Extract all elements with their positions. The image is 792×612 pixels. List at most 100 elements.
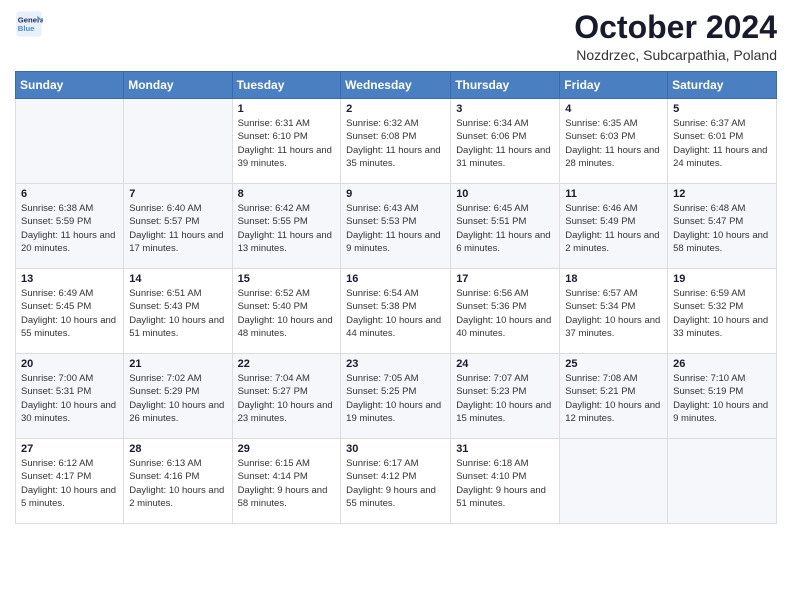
week-row-4: 20 Sunrise: 7:00 AM Sunset: 5:31 PM Dayligh…	[16, 354, 777, 439]
sunrise-text: Sunrise: 7:02 AM	[129, 373, 201, 384]
sunrise-text: Sunrise: 6:38 AM	[21, 203, 93, 214]
table-row: 27Sunrise: 6:12 AMSunset: 4:17 PMDayligh…	[16, 439, 124, 524]
daylight-text: Daylight: 10 hours and 23 minutes.	[238, 400, 333, 424]
day-info: Sunrise: 6:42 AMSunset: 5:55 PMDaylight:…	[238, 202, 336, 255]
sunrise-text: Sunrise: 6:57 AM	[565, 288, 637, 299]
sunset-text: Sunset: 5:57 PM	[129, 216, 199, 227]
table-row: 1Sunrise: 6:31 AMSunset: 6:10 PMDaylight…	[232, 99, 341, 184]
sunset-text: Sunset: 5:23 PM	[456, 386, 526, 397]
sunrise-text: Sunrise: 7:00 AM	[21, 373, 93, 384]
header-tuesday: Tuesday	[232, 72, 341, 99]
table-row: 16Sunrise: 6:54 AMSunset: 5:38 PMDayligh…	[341, 269, 451, 354]
daylight-text: Daylight: 11 hours and 28 minutes.	[565, 145, 659, 169]
day-number: 22	[238, 358, 336, 370]
day-number: 28	[129, 443, 226, 455]
day-info: Sunrise: 7:10 AMSunset: 5:19 PMDaylight:…	[673, 372, 771, 425]
sunrise-text: Sunrise: 6:12 AM	[21, 458, 93, 469]
daylight-text: Daylight: 11 hours and 2 minutes.	[565, 230, 659, 254]
sunrise-text: Sunrise: 6:34 AM	[456, 118, 528, 129]
day-number: 3	[456, 103, 554, 115]
sunset-text: Sunset: 5:51 PM	[456, 216, 526, 227]
day-number: 20	[21, 358, 118, 370]
table-row: 30 Sunrise: 6:17 AM Sunset: 4:12 PM Dayligh…	[341, 439, 451, 524]
daylight-text: Daylight: 10 hours and 9 minutes.	[673, 400, 768, 424]
table-row: 28 Sunrise: 6:13 AM Sunset: 4:16 PM Dayligh…	[124, 439, 232, 524]
table-row: 20Sunrise: 7:00 AMSunset: 5:31 PMDayligh…	[16, 354, 124, 439]
daylight-text: Daylight: 11 hours and 24 minutes.	[673, 145, 767, 169]
sunset-text: Sunset: 5:38 PM	[346, 301, 416, 312]
sunrise-text: Sunrise: 6:31 AM	[238, 118, 310, 129]
sunrise-text: Sunrise: 6:45 AM	[456, 203, 528, 214]
table-row: 10Sunrise: 6:45 AMSunset: 5:51 PMDayligh…	[451, 184, 560, 269]
daylight-text: Daylight: 10 hours and 2 minutes.	[129, 485, 224, 509]
daylight-text: Daylight: 9 hours and 58 minutes.	[238, 485, 328, 509]
sunset-text: Sunset: 5:27 PM	[238, 386, 308, 397]
table-row: 11Sunrise: 6:46 AMSunset: 5:49 PMDayligh…	[560, 184, 668, 269]
daylight-text: Daylight: 10 hours and 33 minutes.	[673, 315, 768, 339]
day-info: Sunrise: 6:13 AM Sunset: 4:16 PM Daylight:…	[129, 457, 226, 510]
sunrise-text: Sunrise: 6:13 AM	[129, 458, 201, 469]
sunset-text: Sunset: 4:16 PM	[129, 471, 199, 482]
table-row: 31Sunrise: 6:18 AMSunset: 4:10 PMDayligh…	[451, 439, 560, 524]
daylight-text: Daylight: 11 hours and 13 minutes.	[238, 230, 332, 254]
sunset-text: Sunset: 5:29 PM	[129, 386, 199, 397]
day-info: Sunrise: 6:17 AM Sunset: 4:12 PM Daylight:…	[346, 457, 445, 510]
day-info: Sunrise: 6:15 AMSunset: 4:14 PMDaylight:…	[238, 457, 336, 510]
daylight-text: Daylight: 9 hours and 51 minutes.	[456, 485, 546, 509]
header: General Blue October 2024 Nozdrzec, Subc…	[15, 10, 777, 63]
day-number: 2	[346, 103, 445, 115]
daylight-text: Daylight: 11 hours and 9 minutes.	[346, 230, 440, 254]
sunrise-text: Sunrise: 6:56 AM	[456, 288, 528, 299]
daylight-text: Daylight: 10 hours and 5 minutes.	[21, 485, 116, 509]
header-friday: Friday	[560, 72, 668, 99]
table-row: 7 Sunrise: 6:40 AMSunset: 5:57 PMDaylight…	[124, 184, 232, 269]
daylight-text: Daylight: 11 hours and 39 minutes.	[238, 145, 332, 169]
table-row: 8 Sunrise: 6:42 AMSunset: 5:55 PMDaylight…	[232, 184, 341, 269]
table-row	[124, 99, 232, 184]
sunset-text: Sunset: 5:49 PM	[565, 216, 635, 227]
daylight-text: Daylight: 11 hours and 31 minutes.	[456, 145, 550, 169]
sunset-text: Sunset: 6:10 PM	[238, 131, 308, 142]
day-number: 15	[238, 273, 336, 285]
day-number: 6	[21, 188, 118, 200]
sunrise-text: Sunrise: 6:52 AM	[238, 288, 310, 299]
day-number: 24	[456, 358, 554, 370]
day-info: Sunrise: 6:52 AMSunset: 5:40 PMDaylight:…	[238, 287, 336, 340]
day-number: 30	[346, 443, 445, 455]
page: General Blue October 2024 Nozdrzec, Subc…	[0, 0, 792, 612]
day-info: Sunrise: 6:40 AMSunset: 5:57 PMDaylight:…	[129, 202, 226, 255]
table-row: 4Sunrise: 6:35 AMSunset: 6:03 PMDaylight…	[560, 99, 668, 184]
day-number: 7	[129, 188, 226, 200]
daylight-text: Daylight: 10 hours and 19 minutes.	[346, 400, 441, 424]
sunset-text: Sunset: 6:06 PM	[456, 131, 526, 142]
day-info: Sunrise: 7:04 AMSunset: 5:27 PMDaylight:…	[238, 372, 336, 425]
daylight-text: Daylight: 11 hours and 17 minutes.	[129, 230, 223, 254]
week-row-5: 27Sunrise: 6:12 AMSunset: 4:17 PMDayligh…	[16, 439, 777, 524]
day-info: Sunrise: 6:57 AMSunset: 5:34 PMDaylight:…	[565, 287, 662, 340]
table-row: 13Sunrise: 6:49 AMSunset: 5:45 PMDayligh…	[16, 269, 124, 354]
day-info: Sunrise: 7:05 AMSunset: 5:25 PMDaylight:…	[346, 372, 445, 425]
day-number: 29	[238, 443, 336, 455]
day-number: 9	[346, 188, 445, 200]
daylight-text: Daylight: 11 hours and 6 minutes.	[456, 230, 550, 254]
table-row: 26Sunrise: 7:10 AMSunset: 5:19 PMDayligh…	[668, 354, 777, 439]
sunset-text: Sunset: 5:31 PM	[21, 386, 91, 397]
sunset-text: Sunset: 5:45 PM	[21, 301, 91, 312]
daylight-text: Daylight: 9 hours and 55 minutes.	[346, 485, 436, 509]
header-saturday: Saturday	[668, 72, 777, 99]
sunset-text: Sunset: 4:12 PM	[346, 471, 416, 482]
svg-text:General: General	[18, 16, 43, 25]
sunset-text: Sunset: 5:43 PM	[129, 301, 199, 312]
day-info: Sunrise: 6:32 AMSunset: 6:08 PMDaylight:…	[346, 117, 445, 170]
sunrise-text: Sunrise: 6:43 AM	[346, 203, 418, 214]
table-row: 6Sunrise: 6:38 AMSunset: 5:59 PMDaylight…	[16, 184, 124, 269]
sunrise-text: Sunrise: 7:08 AM	[565, 373, 637, 384]
day-number: 18	[565, 273, 662, 285]
sunrise-text: Sunrise: 6:17 AM	[346, 458, 418, 469]
day-number: 13	[21, 273, 118, 285]
sunrise-text: Sunrise: 7:05 AM	[346, 373, 418, 384]
table-row	[560, 439, 668, 524]
day-number: 23	[346, 358, 445, 370]
header-right: October 2024 Nozdrzec, Subcarpathia, Pol…	[574, 10, 777, 63]
day-number: 8	[238, 188, 336, 200]
